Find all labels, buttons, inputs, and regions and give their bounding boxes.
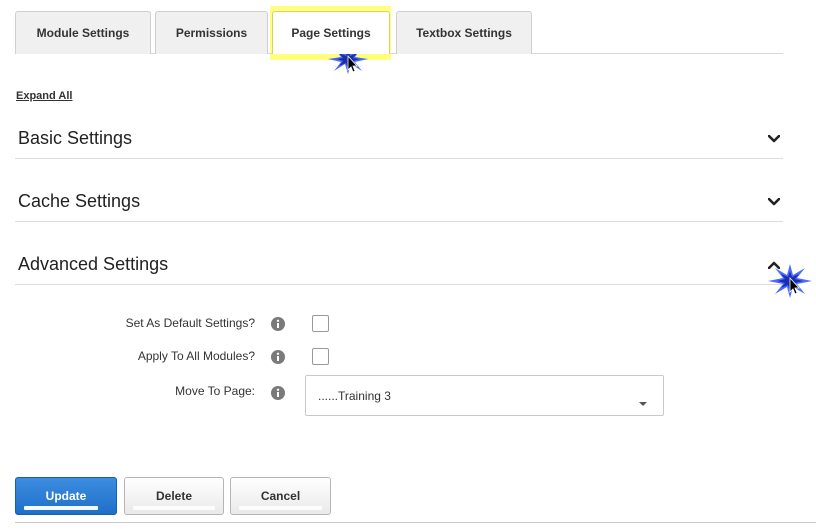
set-default-row: Set As Default Settings? (15, 313, 783, 335)
section-title: Advanced Settings (18, 254, 169, 274)
tab-textbox-settings[interactable]: Textbox Settings (396, 11, 532, 54)
click-burst-icon (768, 264, 812, 303)
update-button[interactable]: Update (15, 477, 117, 515)
info-icon[interactable] (271, 350, 285, 369)
tab-bar: Module Settings Permissions Page Setting… (15, 10, 783, 54)
module-settings-page: Module Settings Permissions Page Setting… (0, 0, 816, 529)
set-default-label: Set As Default Settings? (125, 316, 255, 330)
info-icon[interactable] (271, 386, 285, 405)
move-to-page-value: ......Training 3 (318, 388, 391, 403)
apply-all-label: Apply To All Modules? (137, 349, 255, 363)
move-to-page-row: Move To Page: ......Training 3 (15, 375, 783, 417)
apply-all-checkbox[interactable] (312, 348, 329, 365)
section-title: Basic Settings (18, 128, 133, 148)
section-basic-settings[interactable]: Basic Settings (15, 119, 783, 159)
delete-button[interactable]: Delete (124, 477, 224, 515)
chevron-down-icon[interactable] (765, 193, 783, 211)
move-to-page-label: Move To Page: (175, 384, 255, 398)
set-default-checkbox[interactable] (312, 315, 329, 332)
expand-all-link[interactable]: Expand All (16, 90, 72, 102)
chevron-down-icon[interactable] (765, 130, 783, 148)
section-title: Cache Settings (18, 191, 141, 211)
footer-divider (15, 522, 816, 523)
section-cache-settings[interactable]: Cache Settings (15, 182, 783, 222)
caret-down-icon (639, 395, 647, 409)
section-advanced-settings[interactable]: Advanced Settings (15, 245, 783, 285)
cancel-button[interactable]: Cancel (230, 477, 331, 515)
tab-page-settings[interactable]: Page Settings (272, 11, 390, 54)
move-to-page-select[interactable]: ......Training 3 (305, 375, 664, 416)
tab-module-settings[interactable]: Module Settings (15, 11, 151, 54)
tab-permissions[interactable]: Permissions (155, 11, 268, 54)
info-icon[interactable] (271, 317, 285, 336)
apply-all-row: Apply To All Modules? (15, 346, 783, 368)
